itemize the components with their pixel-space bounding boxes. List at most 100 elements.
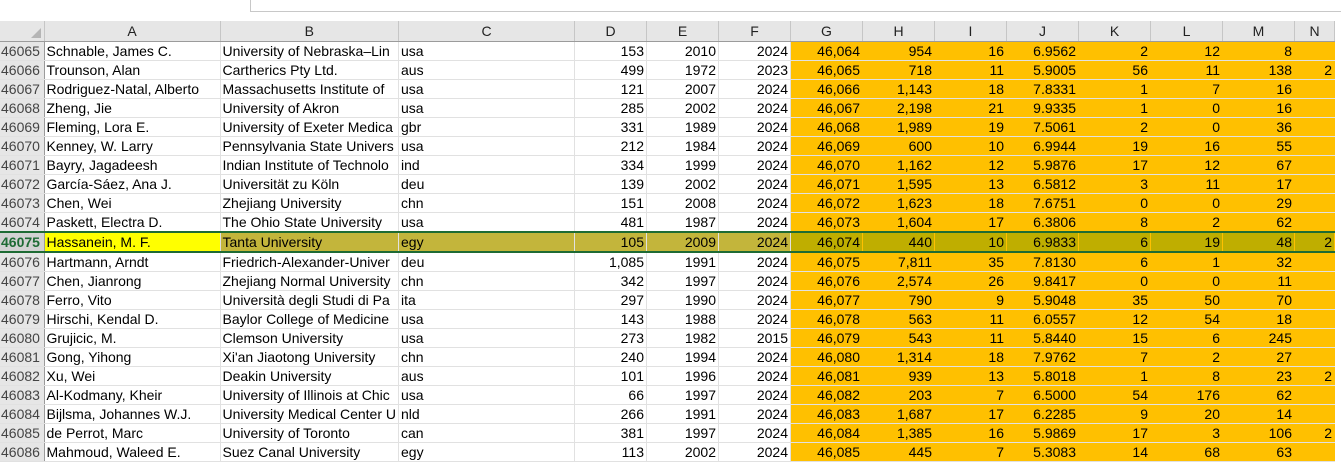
cell-country[interactable]: deu (398, 251, 575, 272)
cell-name[interactable]: Chen, Wei (44, 193, 221, 213)
table-row[interactable]: 46081 Gong, Yihong Xi'an Jiaotong Universi… (0, 347, 1335, 367)
cell-name[interactable]: Trounson, Alan (44, 60, 221, 80)
cell-country[interactable]: egy (398, 230, 575, 253)
cell-f[interactable]: 2024 (718, 98, 791, 118)
cell-institution[interactable]: Suez Canal University (220, 442, 399, 462)
table-row[interactable]: 46084 Bijlsma, Johannes W.J. University Me… (0, 404, 1335, 424)
cell-d[interactable]: 481 (574, 212, 647, 232)
cell-e[interactable]: 1990 (646, 290, 719, 310)
cell-j[interactable]: 7.9762 (1006, 347, 1079, 367)
cell-d[interactable]: 66 (574, 385, 647, 405)
cell-country[interactable]: deu (398, 174, 575, 194)
table-row[interactable]: 46073 Chen, Wei Zhejiang University chn 151 2… (0, 193, 1335, 213)
cell-d[interactable]: 101 (574, 366, 647, 386)
cell-e[interactable]: 1997 (646, 271, 719, 291)
column-header[interactable]: B (220, 21, 399, 42)
cell-institution[interactable]: Università degli Studi di Pa (220, 290, 399, 310)
cell-h[interactable]: 718 (862, 60, 935, 80)
cell-m[interactable]: 18 (1222, 309, 1295, 329)
cell-k[interactable]: 7 (1078, 347, 1151, 367)
cell-institution[interactable]: University of Nebraska–Lin (220, 41, 399, 61)
cell-e[interactable]: 1991 (646, 404, 719, 424)
cell-j[interactable]: 7.8130 (1006, 251, 1079, 272)
cell-institution[interactable]: Tanta University (220, 230, 399, 253)
table-row[interactable]: 46076 Hartmann, Arndt Friedrich-Alexander-… (0, 251, 1335, 272)
cell-h[interactable]: 1,385 (862, 423, 935, 443)
cell-h[interactable]: 563 (862, 309, 935, 329)
cell-l[interactable]: 68 (1150, 442, 1223, 462)
cell-j[interactable]: 6.5812 (1006, 174, 1079, 194)
cell-g[interactable]: 46,068 (790, 117, 863, 137)
cell-k[interactable]: 1 (1078, 98, 1151, 118)
cell-m[interactable]: 62 (1222, 212, 1295, 232)
cell-n[interactable] (1294, 155, 1335, 175)
table-row-selected[interactable]: 46075 Hassanein, M. F. Tanta University egy… (0, 230, 1335, 253)
cell-i[interactable]: 18 (934, 79, 1007, 99)
cell-country[interactable]: usa (398, 212, 575, 232)
cell-n[interactable] (1294, 271, 1335, 291)
row-header[interactable]: 46072 (0, 174, 45, 194)
cell-name[interactable]: Mahmoud, Waleed E. (44, 442, 221, 462)
cell-f[interactable]: 2024 (718, 423, 791, 443)
cell-g[interactable]: 46,080 (790, 347, 863, 367)
column-header[interactable]: E (646, 21, 719, 42)
column-header[interactable]: A (44, 21, 221, 42)
table-row[interactable]: 46074 Paskett, Electra D. The Ohio State U… (0, 212, 1335, 232)
cell-h[interactable]: 939 (862, 366, 935, 386)
table-row[interactable]: 46078 Ferro, Vito Università degli Studi d… (0, 290, 1335, 310)
cell-institution[interactable]: Xi'an Jiaotong University (220, 347, 399, 367)
cell-g[interactable]: 46,085 (790, 442, 863, 462)
cell-l[interactable]: 1 (1150, 251, 1223, 272)
cell-name[interactable]: Ferro, Vito (44, 290, 221, 310)
cell-e[interactable]: 2002 (646, 98, 719, 118)
row-header[interactable]: 46083 (0, 385, 45, 405)
cell-f[interactable]: 2024 (718, 193, 791, 213)
cell-g[interactable]: 46,065 (790, 60, 863, 80)
cell-g[interactable]: 46,084 (790, 423, 863, 443)
cell-name[interactable]: Hassanein, M. F. (44, 230, 221, 253)
cell-name[interactable]: Rodriguez-Natal, Alberto (44, 79, 221, 99)
cell-name[interactable]: Fleming, Lora E. (44, 117, 221, 137)
cell-h[interactable]: 954 (862, 41, 935, 61)
cell-m[interactable]: 23 (1222, 366, 1295, 386)
cell-j[interactable]: 7.5061 (1006, 117, 1079, 137)
cell-k[interactable]: 6 (1078, 230, 1151, 253)
cell-i[interactable]: 13 (934, 366, 1007, 386)
cell-n[interactable] (1294, 174, 1335, 194)
cell-l[interactable]: 0 (1150, 98, 1223, 118)
cell-h[interactable]: 2,198 (862, 98, 935, 118)
cell-country[interactable]: usa (398, 98, 575, 118)
cell-m[interactable]: 48 (1222, 230, 1295, 253)
cell-institution[interactable]: Universität zu Köln (220, 174, 399, 194)
cell-n[interactable] (1294, 290, 1335, 310)
cell-name[interactable]: Hirschi, Kendal D. (44, 309, 221, 329)
cell-country[interactable]: aus (398, 366, 575, 386)
cell-institution[interactable]: Deakin University (220, 366, 399, 386)
cell-institution[interactable]: Pennsylvania State Univers (220, 136, 399, 156)
cell-n[interactable] (1294, 251, 1335, 272)
cell-m[interactable]: 14 (1222, 404, 1295, 424)
cell-country[interactable]: gbr (398, 117, 575, 137)
table-row[interactable]: 46080 Grujicic, M. Clemson University usa 27… (0, 328, 1335, 348)
cell-k[interactable]: 14 (1078, 442, 1151, 462)
cell-f[interactable]: 2024 (718, 212, 791, 232)
cell-d[interactable]: 153 (574, 41, 647, 61)
cell-country[interactable]: nld (398, 404, 575, 424)
cell-g[interactable]: 46,066 (790, 79, 863, 99)
cell-e[interactable]: 1982 (646, 328, 719, 348)
cell-i[interactable]: 17 (934, 212, 1007, 232)
cell-j[interactable]: 9.8417 (1006, 271, 1079, 291)
cell-k[interactable]: 19 (1078, 136, 1151, 156)
cell-l[interactable]: 12 (1150, 155, 1223, 175)
cell-f[interactable]: 2024 (718, 385, 791, 405)
cell-m[interactable]: 55 (1222, 136, 1295, 156)
cell-g[interactable]: 46,082 (790, 385, 863, 405)
cell-d[interactable]: 105 (574, 230, 647, 253)
cell-h[interactable]: 1,143 (862, 79, 935, 99)
table-row[interactable]: 46068 Zheng, Jie University of Akron usa 285… (0, 98, 1335, 118)
cell-d[interactable]: 285 (574, 98, 647, 118)
cell-f[interactable]: 2024 (718, 290, 791, 310)
row-header[interactable]: 46080 (0, 328, 45, 348)
cell-i[interactable]: 18 (934, 347, 1007, 367)
cell-f[interactable]: 2024 (718, 309, 791, 329)
